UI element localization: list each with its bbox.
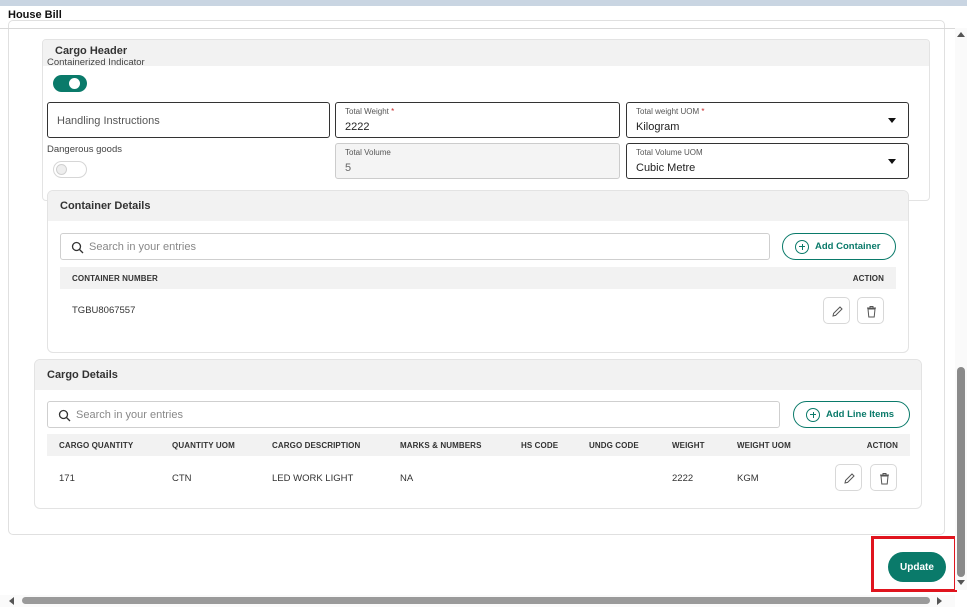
total-weight-value: 2222	[345, 121, 370, 133]
column-header-weight-uom: WEIGHT UOM	[737, 441, 791, 450]
total-volume-field: Total Volume 5	[335, 143, 620, 179]
add-container-button[interactable]: Add Container	[782, 233, 896, 260]
add-container-label: Add Container	[815, 241, 881, 252]
vertical-scroll-thumb[interactable]	[957, 367, 965, 577]
column-header-marks-numbers: MARKS & NUMBERS	[400, 441, 482, 450]
search-icon	[71, 241, 84, 254]
required-mark: *	[701, 107, 705, 116]
cargo-details-section: Cargo Details Add Line Items CARGO QUANT…	[34, 359, 922, 509]
toggle-knob	[56, 164, 67, 175]
cargo-description-cell: LED WORK LIGHT	[272, 473, 354, 484]
scroll-left-arrow-icon[interactable]	[9, 597, 14, 605]
column-header-quantity-uom: QUANTITY UOM	[172, 441, 235, 450]
cargo-header-title: Cargo Header	[55, 45, 128, 57]
edit-container-button[interactable]	[823, 297, 850, 324]
total-volume-uom-value: Cubic Metre	[636, 162, 696, 174]
scroll-up-arrow-icon[interactable]	[957, 32, 965, 37]
horizontal-scroll-thumb[interactable]	[22, 597, 930, 604]
container-table-header: CONTAINER NUMBER ACTION	[60, 267, 896, 289]
add-line-items-button[interactable]: Add Line Items	[793, 401, 910, 428]
dropdown-caret-icon[interactable]	[888, 118, 896, 123]
dropdown-caret-icon[interactable]	[888, 159, 896, 164]
cargo-search-input[interactable]	[76, 406, 661, 424]
weight-uom-cell: KGM	[737, 473, 759, 484]
handling-instructions-field[interactable]: Handling Instructions	[47, 102, 330, 138]
containerized-indicator-label: Containerized Indicator	[47, 57, 145, 68]
search-icon	[58, 409, 71, 422]
trash-icon	[880, 473, 889, 485]
total-volume-uom-label: Total Volume UOM	[636, 148, 703, 157]
toggle-knob	[69, 78, 80, 89]
add-line-items-label: Add Line Items	[826, 409, 895, 420]
trash-icon	[867, 306, 876, 318]
total-volume-value: 5	[345, 162, 352, 174]
column-header-hs-code: HS CODE	[521, 441, 559, 450]
cargo-quantity-cell: 171	[59, 473, 75, 484]
container-search-input[interactable]	[89, 238, 656, 256]
total-weight-uom-select[interactable]: Total weight UOM * Kilogram	[626, 102, 909, 138]
column-header-weight: WEIGHT	[672, 441, 705, 450]
edit-pencil-icon	[832, 306, 843, 317]
total-volume-label: Total Volume	[345, 148, 391, 157]
cargo-header-bar: Cargo Header	[43, 40, 929, 66]
delete-cargo-button[interactable]	[870, 464, 897, 491]
column-header-cargo-description: CARGO DESCRIPTION	[272, 441, 361, 450]
scroll-right-arrow-icon[interactable]	[937, 597, 942, 605]
total-weight-label: Total Weight *	[345, 107, 395, 116]
required-mark: *	[391, 107, 395, 116]
house-bill-form: Cargo Header Containerized Indicator Han…	[8, 20, 945, 535]
cargo-details-title: Cargo Details	[47, 369, 118, 381]
total-weight-uom-label: Total weight UOM *	[636, 107, 705, 116]
container-number-cell: TGBU8067557	[72, 305, 136, 316]
column-header-action: ACTION	[866, 441, 898, 450]
column-header-cargo-quantity: CARGO QUANTITY	[59, 441, 134, 450]
cargo-table-header: CARGO QUANTITY QUANTITY UOM CARGO DESCRI…	[47, 434, 910, 456]
cargo-search-box[interactable]	[47, 401, 780, 428]
container-details-title: Container Details	[60, 200, 151, 212]
marks-numbers-cell: NA	[400, 473, 414, 484]
dangerous-goods-toggle[interactable]	[53, 161, 87, 178]
handling-instructions-placeholder: Handling Instructions	[57, 115, 160, 127]
container-details-bar: Container Details	[48, 191, 908, 221]
column-header-action: ACTION	[852, 274, 884, 283]
total-volume-uom-select[interactable]: Total Volume UOM Cubic Metre	[626, 143, 909, 179]
quantity-uom-cell: CTN	[172, 473, 192, 484]
total-weight-field[interactable]: Total Weight * 2222	[335, 102, 620, 138]
window-top-strip	[0, 0, 967, 6]
dangerous-goods-label: Dangerous goods	[47, 144, 122, 155]
highlight-box	[871, 536, 957, 592]
total-weight-uom-value: Kilogram	[636, 121, 680, 133]
cargo-details-bar: Cargo Details	[35, 360, 921, 390]
edit-pencil-icon	[844, 473, 855, 484]
delete-container-button[interactable]	[857, 297, 884, 324]
title-divider	[0, 28, 955, 29]
column-header-container-number: CONTAINER NUMBER	[72, 274, 158, 283]
container-search-box[interactable]	[60, 233, 770, 260]
column-header-undg-code: UNDG CODE	[589, 441, 639, 450]
plus-circle-icon	[795, 239, 809, 254]
containerized-indicator-toggle[interactable]	[53, 75, 87, 92]
scroll-down-arrow-icon[interactable]	[957, 580, 965, 585]
edit-cargo-button[interactable]	[835, 464, 862, 491]
container-details-section: Container Details Add Container CONTAINE…	[47, 190, 909, 353]
plus-circle-icon	[806, 407, 820, 422]
weight-cell: 2222	[672, 473, 694, 484]
